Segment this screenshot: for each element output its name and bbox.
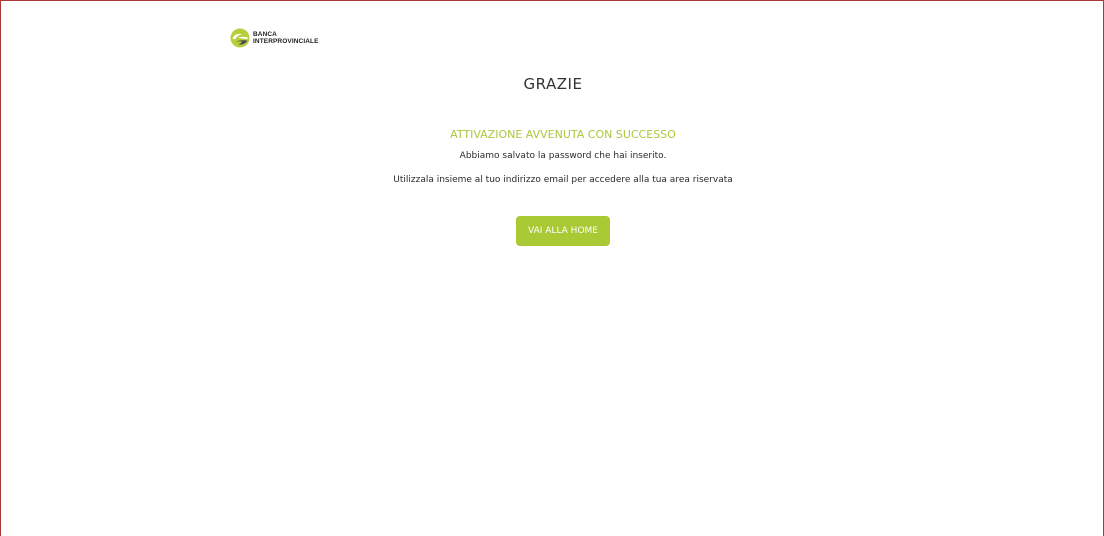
go-home-button[interactable]: VAI ALLA HOME bbox=[516, 216, 610, 246]
bank-logo: BANCA INTERPROVINCIALE bbox=[230, 28, 319, 48]
instruction-message: Utilizzala insieme al tuo indirizzo emai… bbox=[393, 175, 733, 185]
bank-logo-line1: BANCA bbox=[253, 31, 277, 38]
confirmation-message: Abbiamo salvato la password che hai inse… bbox=[459, 151, 667, 161]
page-title: GRAZIE bbox=[523, 75, 583, 93]
bank-logo-text: BANCA INTERPROVINCIALE bbox=[253, 31, 319, 45]
success-heading: ATTIVAZIONE AVVENUTA CON SUCCESSO bbox=[450, 128, 676, 141]
bank-logo-line2: INTERPROVINCIALE bbox=[253, 38, 319, 45]
banca-interprovinciale-logo-icon bbox=[230, 28, 250, 48]
page-frame: BANCA INTERPROVINCIALE GRAZIE ATTIVAZION… bbox=[0, 0, 1104, 536]
